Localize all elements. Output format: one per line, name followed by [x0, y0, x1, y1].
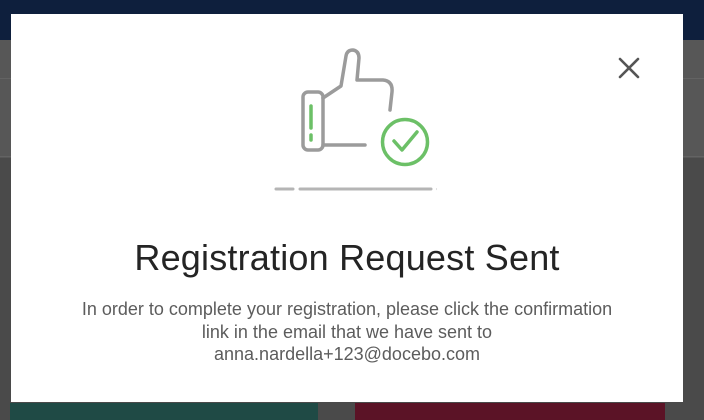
page-backdrop: Registration Request Sent In order to co… [0, 0, 704, 420]
email-address: anna.nardella+123@docebo.com [214, 344, 480, 364]
registration-sent-modal: Registration Request Sent In order to co… [11, 14, 683, 402]
message-line: In order to complete your registration, … [81, 299, 613, 319]
thumbs-up-check-icon [274, 48, 437, 191]
background-card [10, 403, 318, 420]
modal-title: Registration Request Sent [134, 237, 560, 278]
close-icon [618, 57, 640, 79]
background-card [355, 403, 665, 420]
modal-message: In order to complete your registration, … [41, 298, 653, 366]
message-line: link in the email that we have sent to [201, 321, 493, 342]
close-button[interactable] [615, 54, 643, 82]
